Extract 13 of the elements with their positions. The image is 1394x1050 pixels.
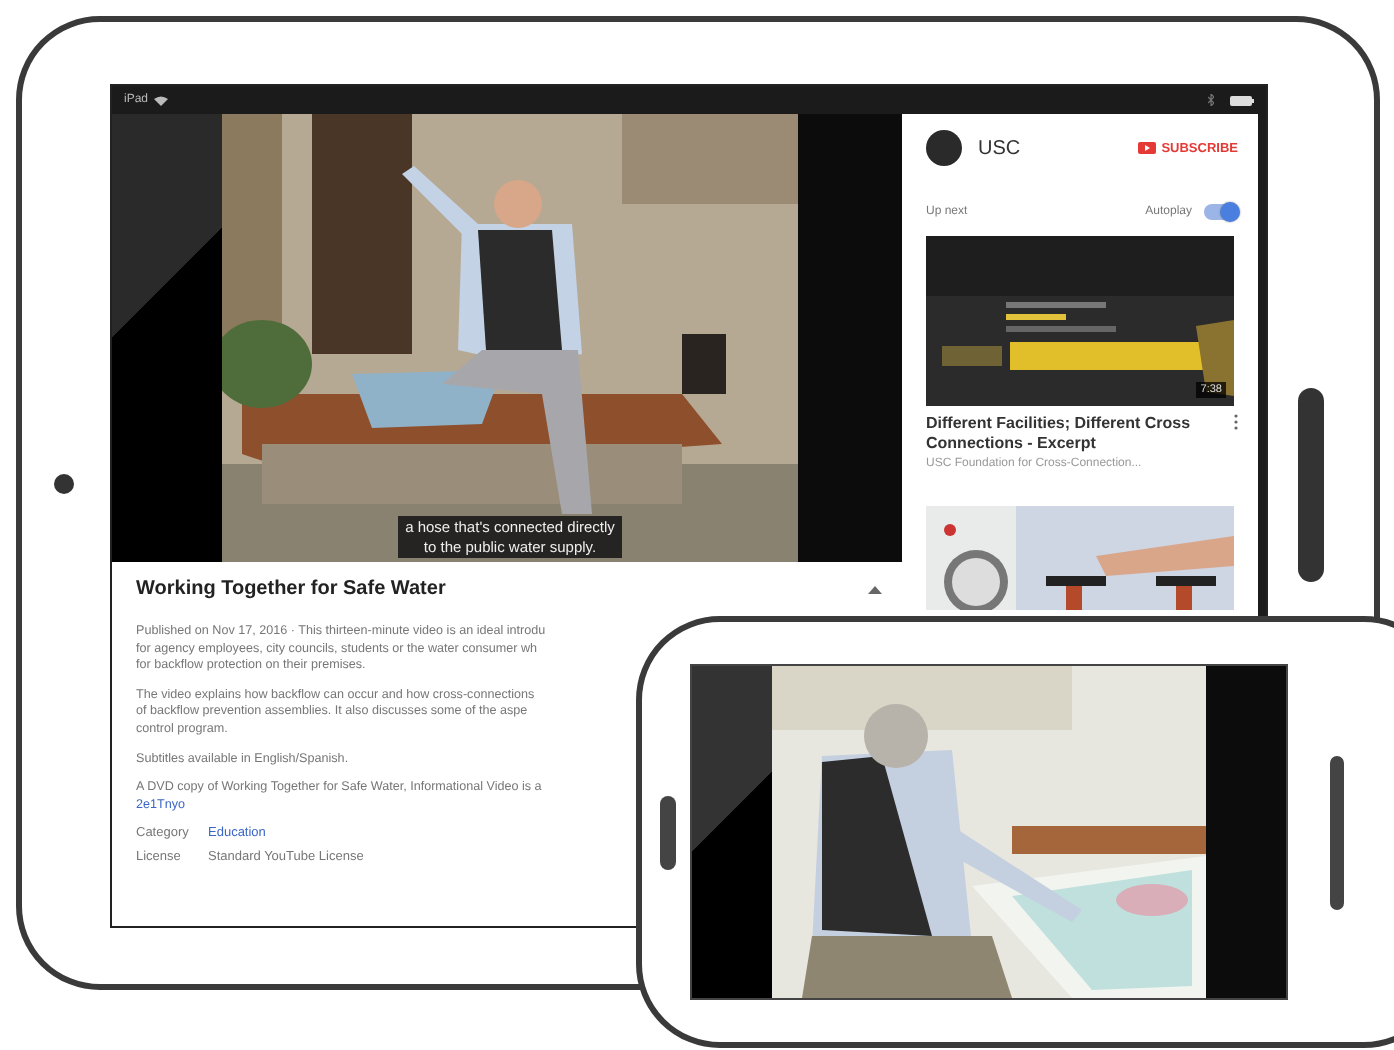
- video-title: Working Together for Safe Water: [136, 578, 446, 600]
- side-button[interactable]: [660, 796, 676, 870]
- collapse-icon[interactable]: [868, 585, 882, 593]
- channel-name[interactable]: USC: [978, 137, 1122, 159]
- battery-icon: [1230, 95, 1254, 105]
- video-title[interactable]: Different Facilities; Different Cross Connections - Excerpt: [926, 414, 1216, 454]
- play-icon: [1137, 142, 1156, 154]
- bluetooth-icon: [1208, 94, 1214, 106]
- wifi-icon: [154, 95, 169, 105]
- home-button[interactable]: [54, 474, 74, 494]
- channel-avatar[interactable]: [926, 130, 962, 166]
- side-button[interactable]: [1298, 388, 1324, 582]
- autoplay-toggle[interactable]: [1204, 204, 1238, 220]
